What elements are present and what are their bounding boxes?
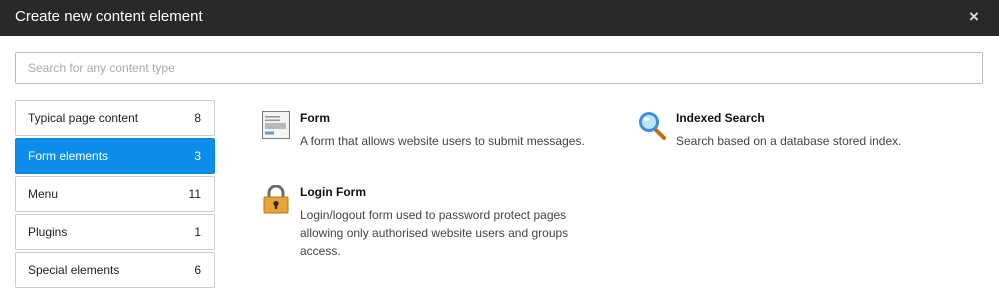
tab-count: 6 bbox=[194, 263, 201, 277]
close-button[interactable]: × bbox=[967, 7, 981, 26]
magnifier-icon bbox=[639, 112, 666, 140]
tab-count: 8 bbox=[194, 111, 201, 125]
dialog-title: Create new content element bbox=[15, 8, 203, 25]
tab-label: Typical page content bbox=[28, 111, 139, 125]
tab-label: Form elements bbox=[28, 149, 109, 163]
tab-typical-page-content[interactable]: Typical page content 8 bbox=[15, 100, 215, 136]
close-icon[interactable]: × bbox=[969, 7, 979, 26]
content-element-indexed-search[interactable]: Indexed Search Search based on a databas… bbox=[638, 111, 978, 151]
tab-form-elements[interactable]: Form elements 3 bbox=[15, 138, 215, 174]
tab-count: 11 bbox=[188, 187, 201, 201]
tab-label: Special elements bbox=[28, 263, 120, 277]
tab-menu[interactable]: Menu 11 bbox=[15, 176, 215, 212]
content-element-login-form[interactable]: Login Form Login/logout form used to pas… bbox=[262, 185, 602, 265]
tab-label: Menu bbox=[28, 187, 59, 201]
tab-count: 1 bbox=[194, 225, 201, 239]
tab-label: Plugins bbox=[28, 225, 68, 239]
tab-plugins[interactable]: Plugins 1 bbox=[15, 214, 215, 250]
item-description: Login/logout form used to password prote… bbox=[300, 208, 569, 258]
search-input[interactable] bbox=[15, 52, 983, 84]
tab-count: 3 bbox=[194, 149, 201, 163]
item-title: Indexed Search bbox=[676, 111, 765, 125]
tab-special-elements[interactable]: Special elements 6 bbox=[15, 252, 215, 288]
item-title: Login Form bbox=[300, 185, 366, 199]
padlock-icon bbox=[263, 185, 289, 214]
item-description: A form that allows website users to subm… bbox=[300, 134, 585, 148]
category-tabs: Typical page content 8 Form elements 3 M… bbox=[15, 100, 215, 290]
content-element-form[interactable]: Form A form that allows website users to… bbox=[262, 111, 602, 151]
form-icon bbox=[262, 111, 290, 139]
item-title: Form bbox=[300, 111, 330, 125]
modal-header: Create new content element × bbox=[0, 0, 999, 36]
item-description: Search based on a database stored index. bbox=[676, 134, 902, 148]
